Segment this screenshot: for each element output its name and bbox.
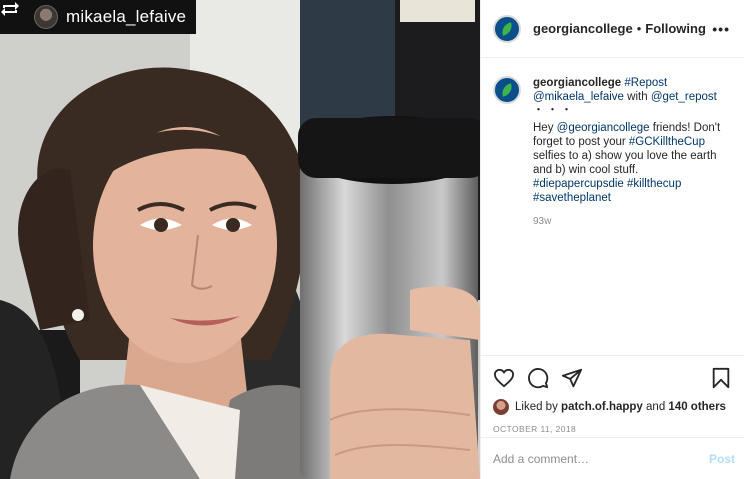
liked-by-prefix: Liked by [515, 401, 558, 413]
repost-username: mikaela_lefaive [66, 7, 187, 26]
caption-via-line: @mikaela_lefaive with @get_repost [533, 90, 732, 104]
leaf-logo-icon [499, 83, 515, 97]
caption-age[interactable]: 93w [533, 215, 732, 229]
and-text: and [646, 401, 666, 413]
hashtag-killthecup[interactable]: #killthecup [627, 178, 681, 190]
post-button[interactable]: Post [709, 452, 735, 466]
post-actions: Liked by patch.of.happy and 140 others O… [481, 355, 744, 434]
post-photo[interactable]: mikaela_lefaive [0, 0, 480, 479]
repost-avatar [34, 5, 58, 29]
bookmark-icon[interactable] [711, 367, 731, 389]
with-text: with [627, 91, 648, 103]
caption-dots: ・・・ [533, 104, 575, 116]
hashtag-gckillthecup[interactable]: #GCKilltheCup [629, 136, 705, 148]
caption-text: Hey @georgiancollege friends! Don't forg… [533, 121, 732, 205]
hashtag-diepapercupsdie[interactable]: #diepapercupsdie [533, 178, 624, 190]
post-header: georgiancollege • Following ••• [481, 0, 744, 58]
repost-icon [1, 2, 28, 28]
caption-first-line: georgiancollege #Repost [533, 76, 732, 90]
post-caption: georgiancollege #Repost @mikaela_lefaive… [481, 58, 744, 229]
via-user-link[interactable]: @mikaela_lefaive [533, 91, 624, 103]
comment-input[interactable] [493, 451, 709, 466]
caption-avatar[interactable] [493, 76, 521, 104]
action-icons [493, 366, 731, 390]
likes-summary: Liked by patch.of.happy and 140 others [493, 399, 731, 415]
following-button[interactable]: Following [645, 21, 706, 36]
app-user-link[interactable]: @get_repost [651, 91, 717, 103]
comment-icon[interactable] [527, 367, 549, 389]
repost-watermark: mikaela_lefaive [0, 0, 196, 34]
others-link[interactable]: 140 others [668, 401, 726, 413]
hashtag-savetheplanet[interactable]: #savetheplanet [533, 192, 611, 204]
caption-body: georgiancollege #Repost @mikaela_lefaive… [533, 76, 732, 229]
post-panel: georgiancollege • Following ••• georgian… [480, 0, 744, 479]
share-icon[interactable] [561, 367, 583, 389]
header-separator: • [636, 21, 642, 36]
account-avatar[interactable] [493, 14, 521, 43]
post-date[interactable]: OCTOBER 11, 2018 [493, 424, 731, 434]
leaf-logo-icon [499, 21, 515, 36]
mention-link[interactable]: @georgiancollege [557, 122, 650, 134]
heart-icon[interactable] [493, 368, 515, 388]
caption-text-2: selfies to a) show you love the earth an… [533, 150, 717, 176]
more-options-icon[interactable]: ••• [712, 21, 730, 37]
comment-bar: Post [481, 437, 744, 479]
greeting-text: Hey [533, 122, 554, 134]
photo-illustration [0, 0, 480, 479]
liked-by-user[interactable]: patch.of.happy [561, 401, 643, 413]
header-username[interactable]: georgiancollege [533, 21, 633, 36]
repost-hashtag[interactable]: #Repost [624, 77, 667, 89]
liker-avatar[interactable] [493, 399, 509, 415]
caption-username[interactable]: georgiancollege [533, 77, 621, 89]
